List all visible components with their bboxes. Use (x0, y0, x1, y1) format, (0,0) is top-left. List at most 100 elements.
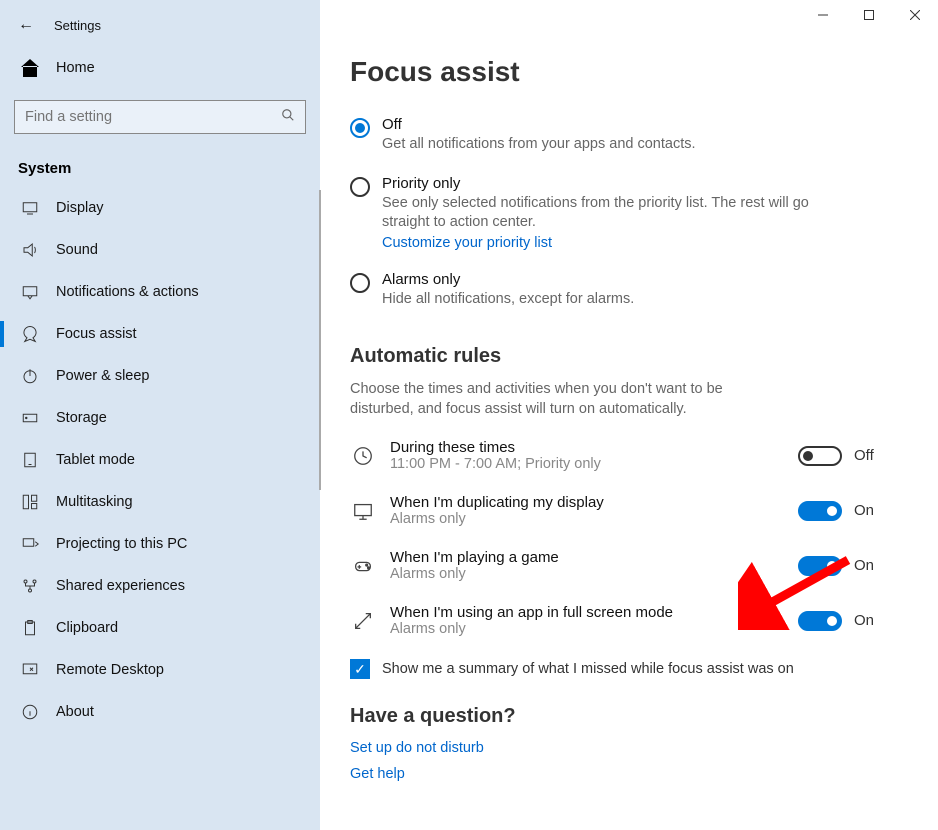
sidebar-item-label: Focus assist (56, 326, 137, 342)
sidebar-item-remote[interactable]: Remote Desktop (0, 649, 320, 691)
sidebar-item-label: Display (56, 200, 104, 216)
sidebar-item-clipboard[interactable]: Clipboard (0, 607, 320, 649)
close-button[interactable] (892, 0, 938, 30)
toggle-label: On (854, 612, 874, 629)
projecting-icon (18, 535, 42, 553)
sidebar-item-shared[interactable]: Shared experiences (0, 565, 320, 607)
sidebar-item-notifications[interactable]: Notifications & actions (0, 271, 320, 313)
sidebar-section-label: System (0, 148, 320, 187)
rule-title: During these times (390, 439, 784, 456)
toggle-duplicating[interactable] (798, 501, 842, 521)
sidebar-item-label: Notifications & actions (56, 284, 199, 300)
page-title: Focus assist (350, 56, 908, 88)
toggle-fullscreen[interactable] (798, 611, 842, 631)
home-label: Home (56, 60, 95, 76)
summary-checkbox-label: Show me a summary of what I missed while… (382, 661, 794, 677)
rule-playing-game[interactable]: When I'm playing a game Alarms only On (350, 549, 908, 582)
clock-icon (350, 445, 376, 467)
notifications-icon (18, 283, 42, 301)
fullscreen-icon (350, 610, 376, 632)
rule-duplicating-display[interactable]: When I'm duplicating my display Alarms o… (350, 494, 908, 527)
rule-title: When I'm playing a game (390, 549, 784, 566)
radio-desc: Hide all notifications, except for alarm… (382, 290, 634, 310)
sidebar-item-display[interactable]: Display (0, 187, 320, 229)
about-icon (18, 703, 42, 721)
sidebar-item-label: About (56, 704, 94, 720)
automatic-rules-desc: Choose the times and activities when you… (350, 380, 790, 419)
multitasking-icon (18, 493, 42, 511)
search-input[interactable] (25, 109, 255, 125)
rule-sub: Alarms only (390, 566, 784, 582)
search-icon (281, 108, 295, 127)
automatic-rules-heading: Automatic rules (350, 345, 908, 368)
power-icon (18, 367, 42, 385)
monitor-icon (350, 500, 376, 522)
scrollbar[interactable] (319, 190, 321, 490)
sidebar-item-storage[interactable]: Storage (0, 397, 320, 439)
sidebar-item-label: Sound (56, 242, 98, 258)
clipboard-icon (18, 619, 42, 637)
radio-priority[interactable]: Priority only See only selected notifica… (350, 169, 908, 265)
sidebar-item-label: Shared experiences (56, 578, 185, 594)
sidebar-item-label: Projecting to this PC (56, 536, 187, 552)
checkbox-checked-icon: ✓ (350, 659, 370, 679)
sidebar-home[interactable]: Home (0, 44, 320, 92)
toggle-label: Off (854, 447, 874, 464)
customize-priority-link[interactable]: Customize your priority list (382, 235, 552, 251)
radio-desc: See only selected notifications from the… (382, 194, 842, 233)
radio-icon (350, 118, 370, 138)
radio-alarms[interactable]: Alarms only Hide all notifications, exce… (350, 265, 908, 324)
question-heading: Have a question? (350, 705, 908, 728)
search-box[interactable] (14, 100, 306, 134)
help-link-get-help[interactable]: Get help (350, 766, 908, 782)
rule-sub: 11:00 PM - 7:00 AM; Priority only (390, 456, 784, 472)
window-title: Settings (54, 18, 101, 33)
toggle-label: On (854, 502, 874, 519)
back-button[interactable]: ← (18, 16, 34, 34)
sidebar-item-label: Remote Desktop (56, 662, 164, 678)
tablet-icon (18, 451, 42, 469)
rule-during-times[interactable]: During these times 11:00 PM - 7:00 AM; P… (350, 439, 908, 472)
rule-title: When I'm using an app in full screen mod… (390, 604, 784, 621)
focus-assist-icon (18, 325, 42, 343)
sidebar-item-focus-assist[interactable]: Focus assist (0, 313, 320, 355)
toggle-during-times[interactable] (798, 446, 842, 466)
toggle-gaming[interactable] (798, 556, 842, 576)
radio-desc: Get all notifications from your apps and… (382, 135, 696, 155)
radio-icon (350, 273, 370, 293)
remote-icon (18, 661, 42, 679)
sound-icon (18, 241, 42, 259)
sidebar-item-tablet[interactable]: Tablet mode (0, 439, 320, 481)
rule-title: When I'm duplicating my display (390, 494, 784, 511)
main-content: Focus assist Off Get all notifications f… (320, 0, 938, 830)
gamepad-icon (350, 555, 376, 577)
rule-fullscreen-app[interactable]: When I'm using an app in full screen mod… (350, 604, 908, 637)
toggle-label: On (854, 557, 874, 574)
sidebar-item-sound[interactable]: Sound (0, 229, 320, 271)
shared-icon (18, 577, 42, 595)
radio-label: Priority only (382, 175, 842, 192)
sidebar-item-about[interactable]: About (0, 691, 320, 733)
storage-icon (18, 409, 42, 427)
radio-off[interactable]: Off Get all notifications from your apps… (350, 110, 908, 169)
rule-sub: Alarms only (390, 511, 784, 527)
sidebar-item-projecting[interactable]: Projecting to this PC (0, 523, 320, 565)
sidebar-item-power[interactable]: Power & sleep (0, 355, 320, 397)
sidebar-item-label: Clipboard (56, 620, 118, 636)
sidebar-item-label: Multitasking (56, 494, 133, 510)
radio-label: Alarms only (382, 271, 634, 288)
summary-checkbox-row[interactable]: ✓ Show me a summary of what I missed whi… (350, 659, 908, 679)
maximize-button[interactable] (846, 0, 892, 30)
home-icon (18, 56, 42, 80)
help-link-setup[interactable]: Set up do not disturb (350, 740, 908, 756)
minimize-button[interactable] (800, 0, 846, 30)
sidebar-item-multitasking[interactable]: Multitasking (0, 481, 320, 523)
radio-label: Off (382, 116, 696, 133)
sidebar-item-label: Power & sleep (56, 368, 150, 384)
radio-icon (350, 177, 370, 197)
sidebar-item-label: Storage (56, 410, 107, 426)
rule-sub: Alarms only (390, 621, 784, 637)
sidebar: ← Settings Home System Display Sound Not… (0, 0, 320, 830)
sidebar-item-label: Tablet mode (56, 452, 135, 468)
display-icon (18, 199, 42, 217)
